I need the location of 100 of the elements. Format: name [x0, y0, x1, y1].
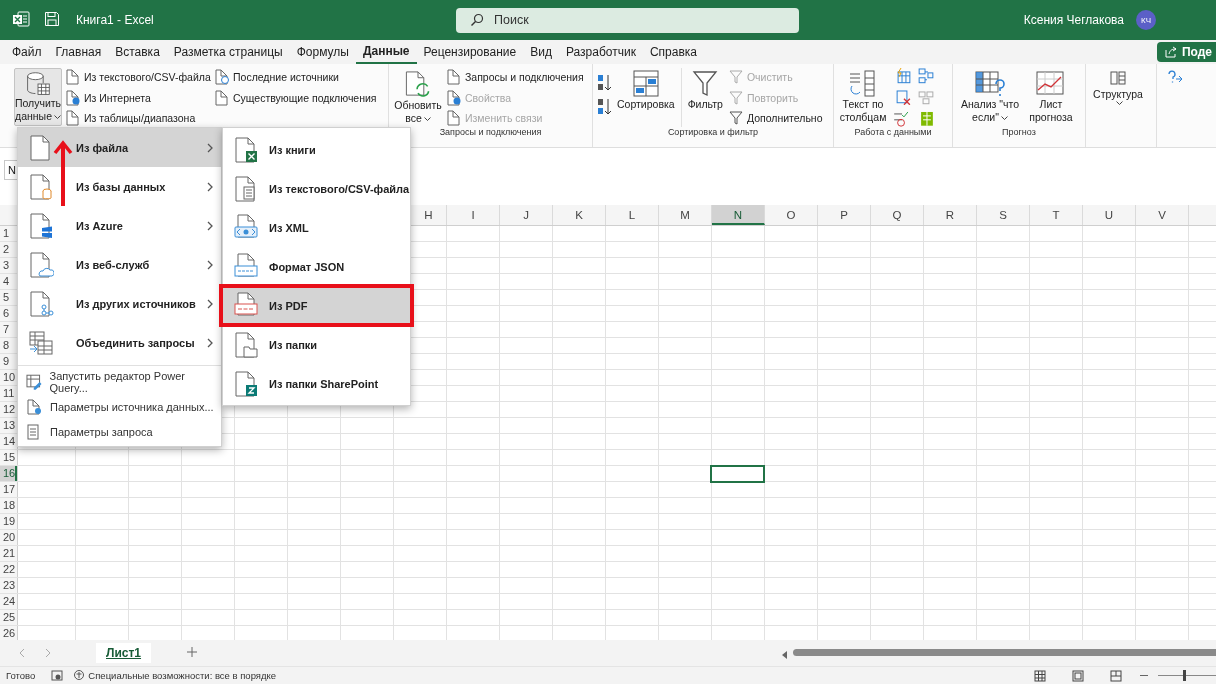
- user-avatar[interactable]: КЧ: [1136, 10, 1156, 30]
- menu-item[interactable]: Из книги: [223, 130, 410, 169]
- search-field[interactable]: Поиск: [456, 7, 799, 33]
- column-header[interactable]: T: [1030, 205, 1083, 225]
- row-header[interactable]: 18: [0, 498, 17, 513]
- ribbon-tab[interactable]: Разметка страницы: [166, 40, 290, 64]
- normal-view-icon: [1034, 670, 1046, 682]
- menu-item[interactable]: Из папки SharePoint: [223, 364, 410, 403]
- column-header[interactable]: S: [977, 205, 1030, 225]
- accessibility-status[interactable]: Специальные возможности: все в порядке: [88, 670, 277, 681]
- search-icon: [470, 13, 484, 27]
- menu-item[interactable]: Из базы данных: [18, 167, 221, 206]
- menu-item[interactable]: Из других источников: [18, 284, 221, 323]
- ribbon-tab[interactable]: Вид: [523, 40, 559, 64]
- column-header[interactable]: R: [924, 205, 977, 225]
- ribbon-button[interactable]: Из текстового/CSV-файла: [66, 68, 211, 86]
- ribbon-button[interactable]: Запросы и подключения: [447, 68, 584, 86]
- row-header[interactable]: 6: [0, 306, 17, 321]
- menu-item[interactable]: Из файла: [18, 128, 221, 167]
- column-header[interactable]: O: [765, 205, 818, 225]
- ribbon-button[interactable]: Из таблицы/диапазона: [66, 109, 211, 127]
- menu-item[interactable]: Объединить запросы: [18, 323, 221, 362]
- active-cell[interactable]: [710, 465, 765, 483]
- row-header[interactable]: 22: [0, 562, 17, 577]
- forecast-sheet-button[interactable]: Лист прогноза: [1027, 68, 1075, 127]
- row-header[interactable]: 10: [0, 370, 17, 385]
- remove-duplicates-icon: [895, 89, 911, 106]
- row-header[interactable]: 19: [0, 514, 17, 529]
- filter-button[interactable]: Фильтр: [680, 68, 725, 127]
- row-header[interactable]: 26: [0, 626, 17, 640]
- row-header[interactable]: 17: [0, 482, 17, 497]
- column-header[interactable]: N: [712, 205, 765, 225]
- what-if-button[interactable]: Анализ "что если": [957, 68, 1023, 127]
- row-header[interactable]: 5: [0, 290, 17, 305]
- menu-item[interactable]: Формат JSON: [223, 247, 410, 286]
- row-header[interactable]: 16: [0, 466, 17, 481]
- row-header[interactable]: 7: [0, 322, 17, 337]
- row-header[interactable]: 14: [0, 434, 17, 449]
- row-header[interactable]: 13: [0, 418, 17, 433]
- menu-item[interactable]: Параметры запроса: [18, 419, 221, 444]
- table-merge-icon: [28, 328, 54, 357]
- ribbon-tab[interactable]: Вставка: [108, 40, 167, 64]
- menu-item[interactable]: Из папки: [223, 325, 410, 364]
- ribbon-tab[interactable]: Главная: [48, 40, 109, 64]
- row-header[interactable]: 15: [0, 450, 17, 465]
- row-header[interactable]: 2: [0, 242, 17, 257]
- zoom-thumb[interactable]: [1182, 670, 1186, 681]
- menu-item[interactable]: Запустить редактор Power Query...: [18, 369, 221, 394]
- chevron-right-icon: [207, 181, 213, 192]
- column-header[interactable]: U: [1083, 205, 1136, 225]
- share-button[interactable]: Поде: [1156, 42, 1216, 62]
- ribbon-button[interactable]: Существующие подключения: [215, 89, 377, 107]
- ribbon-tab[interactable]: Формулы: [289, 40, 356, 64]
- column-header[interactable]: V: [1136, 205, 1189, 225]
- refresh-all-button[interactable]: Обновить все: [393, 68, 443, 127]
- row-header[interactable]: 11: [0, 386, 17, 401]
- sheet-tab[interactable]: Лист1: [96, 643, 152, 663]
- outline-button[interactable]: Структура: [1090, 68, 1146, 127]
- row-header[interactable]: 12: [0, 402, 17, 417]
- row-header[interactable]: 1: [0, 226, 17, 241]
- sort-button[interactable]: Сортировка: [615, 68, 677, 127]
- column-header[interactable]: I: [447, 205, 500, 225]
- row-header[interactable]: 23: [0, 578, 17, 593]
- ribbon-tab[interactable]: Рецензирование: [416, 40, 524, 64]
- menu-item[interactable]: Из PDF: [221, 286, 412, 325]
- column-header[interactable]: L: [606, 205, 659, 225]
- row-header[interactable]: 25: [0, 610, 17, 625]
- row-header[interactable]: 9: [0, 354, 17, 369]
- name-box[interactable]: N: [4, 160, 17, 180]
- row-header[interactable]: 3: [0, 258, 17, 273]
- row-header[interactable]: 24: [0, 594, 17, 609]
- page-break-icon: [1110, 670, 1122, 682]
- ribbon-button[interactable]: Последние источники: [215, 68, 377, 86]
- column-header[interactable]: Q: [871, 205, 924, 225]
- menu-item[interactable]: Из Azure: [18, 206, 221, 245]
- row-header[interactable]: 20: [0, 530, 17, 545]
- query-help-icon: [1167, 70, 1183, 84]
- column-header[interactable]: K: [553, 205, 606, 225]
- menu-item[interactable]: Из текстового/CSV-файла: [223, 169, 410, 208]
- group-label: Сортировка и фильтр: [666, 127, 760, 139]
- funnel-icon: [728, 90, 743, 105]
- ribbon-tab[interactable]: Файл: [5, 40, 49, 64]
- menu-item[interactable]: Из XML: [223, 208, 410, 247]
- column-header[interactable]: J: [500, 205, 553, 225]
- ribbon-tab[interactable]: Разработчик: [558, 40, 643, 64]
- chevron-right-icon: [207, 259, 213, 270]
- ribbon-button[interactable]: Из Интернета: [66, 88, 211, 107]
- ribbon-tab[interactable]: Справка: [642, 40, 704, 64]
- ribbon-button[interactable]: Дополнительно: [728, 109, 823, 127]
- share-icon: [1164, 46, 1177, 58]
- horizontal-scrollbar[interactable]: [793, 649, 1216, 656]
- column-header[interactable]: P: [818, 205, 871, 225]
- row-header[interactable]: 21: [0, 546, 17, 561]
- funnel-icon: [692, 70, 719, 98]
- get-data-button[interactable]: Получить данные: [14, 68, 62, 126]
- row-header[interactable]: 4: [0, 274, 17, 289]
- row-header[interactable]: 8: [0, 338, 17, 353]
- text-to-columns-button[interactable]: Текст по столбцам: [838, 68, 888, 127]
- menu-item[interactable]: Из веб-служб: [18, 245, 221, 284]
- menu-item[interactable]: Параметры источника данных...: [18, 394, 221, 419]
